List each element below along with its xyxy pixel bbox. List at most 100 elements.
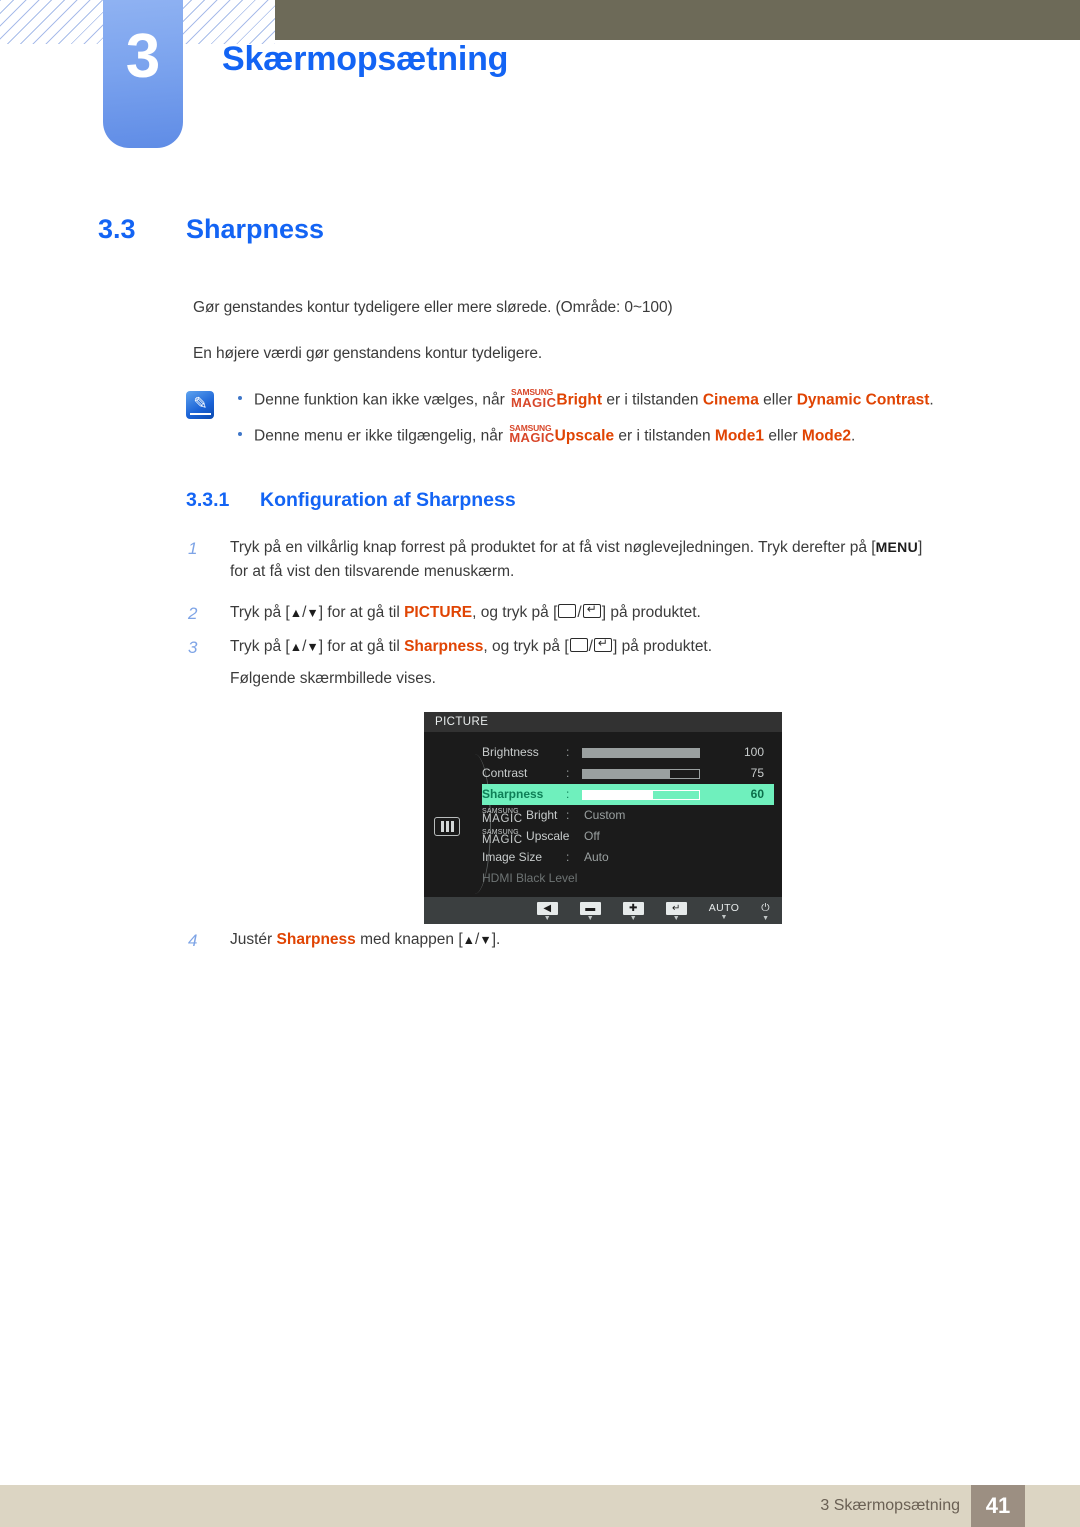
caret-down-icon: ▼ xyxy=(672,914,680,922)
picture-bars-icon xyxy=(434,817,460,836)
step-3-followup: Følgende skærmbillede vises. xyxy=(188,667,1018,691)
osd-back-button[interactable]: ◀ ▼ xyxy=(536,900,558,922)
step-text: med knappen [ xyxy=(355,931,463,948)
osd-label-suffix: Upscale xyxy=(526,829,570,843)
osd-row-sharpness[interactable]: Sharpness : 60 xyxy=(482,784,774,805)
osd-slider[interactable] xyxy=(582,789,700,800)
osd-row-hdmi-black-level[interactable]: HDMI Black Level xyxy=(482,868,774,889)
step-text: ] på produktet. xyxy=(612,638,713,655)
section-heading: 3.3 Sharpness xyxy=(98,214,324,245)
step-body: Tryk på [▲ / ▼] for at gå til PICTURE, og … xyxy=(230,601,1018,625)
arrow-up-icon: ▲ xyxy=(462,933,476,947)
osd-colon: : xyxy=(566,787,570,801)
osd-title: PICTURE xyxy=(424,712,782,732)
osd-footer-toolbar: ◀ ▼ ▬ ▼ ✚ ▼ ↵ ▼ AUTO ▼ ⏻ ▼ xyxy=(424,897,782,924)
note-value-2: Mode2 xyxy=(801,427,852,445)
step-body: Tryk på en vilkårlig knap forrest på pro… xyxy=(230,536,1018,583)
step-text: , og tryk på [ xyxy=(483,638,569,655)
step-index: 1 xyxy=(188,539,198,558)
osd-enter-button[interactable]: ↵ ▼ xyxy=(665,900,687,922)
minus-icon: ▬ xyxy=(579,901,601,915)
subsection-number: 3.3.1 xyxy=(186,489,230,511)
caret-down-icon: ▼ xyxy=(586,914,594,922)
osd-row-magic-upscale[interactable]: SAMSUNG MAGIC Upscale : Off xyxy=(482,826,774,847)
osd-power-button[interactable]: ⏻ ▼ xyxy=(761,900,770,922)
osd-slider-fill xyxy=(583,748,699,757)
osd-row-contrast[interactable]: Contrast : 75 xyxy=(482,763,774,784)
step-text: ] for at gå til xyxy=(318,604,405,621)
osd-row-value: Auto xyxy=(584,850,609,864)
note-text-pre: Denne menu er ikke tilgængelig, når xyxy=(254,427,508,445)
auto-label: AUTO xyxy=(708,902,740,914)
footer-chapter-text: 3 Skærmopsætning xyxy=(820,1497,960,1514)
osd-label-suffix: Bright xyxy=(526,808,558,822)
bullet-icon xyxy=(238,431,242,436)
enter-icon: ↵ xyxy=(665,901,687,915)
chapter-number-badge: 3 xyxy=(103,0,183,148)
osd-slider[interactable] xyxy=(582,747,700,758)
note-value-2: Dynamic Contrast xyxy=(796,391,930,409)
caret-down-icon: ▼ xyxy=(629,914,637,922)
note-text-post: . xyxy=(929,391,934,409)
step-target: Sharpness xyxy=(404,638,484,655)
samsung-magic-logo: SAMSUNG MAGIC xyxy=(482,808,523,825)
osd-row-label: SAMSUNG MAGIC Upscale xyxy=(482,826,570,847)
osd-row-label: SAMSUNG MAGIC Bright xyxy=(482,805,566,826)
step-text: ]. xyxy=(491,931,501,948)
osd-row-value: 75 xyxy=(750,766,764,780)
step-text: Tryk på en vilkårlig knap forrest på pro… xyxy=(230,539,876,556)
osd-row-image-size[interactable]: Image Size : Auto xyxy=(482,847,774,868)
samsung-magic-logo: SAMSUNG MAGIC xyxy=(511,387,557,410)
osd-auto-button[interactable]: AUTO ▼ xyxy=(709,900,740,921)
arrow-down-icon: ▼ xyxy=(306,640,319,654)
note-item: Denne menu er ikke tilgængelig, når SAMS… xyxy=(186,424,1016,445)
slash: / xyxy=(588,638,593,655)
note-feature: Upscale xyxy=(554,427,615,445)
osd-minus-button[interactable]: ▬ ▼ xyxy=(579,900,601,922)
step-text: ] for at gå til xyxy=(318,638,405,655)
enter-button-icon xyxy=(593,635,612,652)
note-value-1: Mode1 xyxy=(714,427,765,445)
power-icon: ⏻ xyxy=(761,901,770,914)
step-text-after: ] xyxy=(918,539,923,556)
step-index: 2 xyxy=(188,604,198,623)
osd-row-value: Off xyxy=(584,829,600,843)
note-item: Denne funktion kan ikke vælges, når SAMS… xyxy=(186,388,1016,409)
caret-down-icon: ▼ xyxy=(720,914,728,921)
note-value-1: Cinema xyxy=(702,391,759,409)
note-text-pre: Denne funktion kan ikke vælges, når xyxy=(254,391,510,409)
step-target: PICTURE xyxy=(404,604,473,621)
osd-row-value: 100 xyxy=(743,745,764,759)
section-paragraph-1: Gør genstandes kontur tydeligere eller m… xyxy=(193,299,673,316)
note-conj: eller xyxy=(764,427,802,445)
osd-row-label: Contrast xyxy=(482,766,528,780)
caret-down-icon: ▼ xyxy=(762,914,770,922)
osd-row-brightness[interactable]: Brightness : 100 xyxy=(482,742,774,763)
menu-keycap: MENU xyxy=(875,539,918,555)
step-text: Tryk på [ xyxy=(230,638,290,655)
bullet-icon xyxy=(238,396,242,400)
step-4: 4 Justér Sharpness med knappen [▲/▼]. xyxy=(188,928,1018,952)
osd-row-magic-bright[interactable]: SAMSUNG MAGIC Bright : Custom xyxy=(482,805,774,826)
caret-down-icon: ▼ xyxy=(543,914,551,922)
note-text-post: . xyxy=(851,427,856,445)
subsection-title: Konfiguration af Sharpness xyxy=(260,489,516,511)
step-followup-text: Følgende skærmbillede vises. xyxy=(230,670,436,687)
arrow-up-icon: ▲ xyxy=(289,640,303,654)
osd-colon: : xyxy=(566,808,570,822)
osd-row-value: 60 xyxy=(750,787,764,801)
note-conj: eller xyxy=(758,391,797,409)
osd-plus-button[interactable]: ✚ ▼ xyxy=(622,900,644,922)
step-text: ] på produktet. xyxy=(601,604,701,621)
section-number: 3.3 xyxy=(98,214,136,244)
header-top-bar xyxy=(275,0,1080,40)
step-text: Tryk på [ xyxy=(230,604,290,621)
note-feature: Bright xyxy=(556,391,603,409)
subsection-heading: 3.3.1 Konfiguration af Sharpness xyxy=(186,489,516,512)
osd-slider[interactable] xyxy=(582,768,700,779)
osd-body: Brightness : 100 Contrast : 75 Sharpness… xyxy=(424,732,782,914)
osd-colon: : xyxy=(566,829,570,843)
arrow-up-icon: ▲ xyxy=(289,606,303,620)
osd-row-label: HDMI Black Level xyxy=(482,871,578,885)
plus-icon: ✚ xyxy=(622,901,644,915)
